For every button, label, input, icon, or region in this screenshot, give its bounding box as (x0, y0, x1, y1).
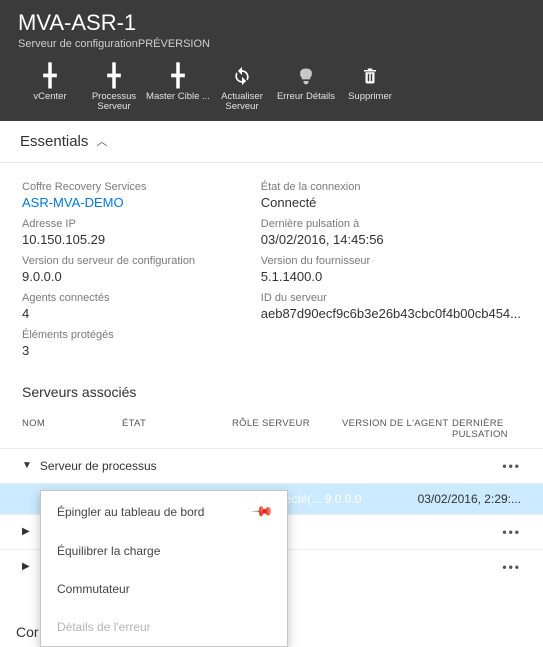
process-label: Processus Serveur (82, 92, 146, 113)
delete-button[interactable]: Supprimer (338, 64, 402, 113)
group-more-icon[interactable]: ••• (502, 525, 521, 539)
plus-icon: ╋ (43, 64, 56, 88)
error-label: Erreur Détails (277, 92, 335, 102)
row-last-heartbeat: 03/02/2016, 2:29:... (391, 492, 521, 506)
group-label: Serveur de processus (40, 459, 157, 473)
vcenter-label: vCenter (33, 92, 66, 102)
ctx-error-details: Détails de l'erreur (41, 608, 287, 646)
page-subtitle: Serveur de configurationPRÉVERSION (18, 38, 525, 50)
pin-icon: 📌 (250, 499, 274, 523)
refresh-icon (232, 64, 252, 88)
master-target-button[interactable]: ╋ Master Cible ... (146, 64, 210, 113)
refresh-button[interactable]: Actualiser Serveur (210, 64, 274, 113)
heartbeat-value: 03/02/2016, 14:45:56 (261, 232, 521, 247)
ip-value: 10.150.105.29 (22, 232, 261, 247)
essentials-panel: Coffre Recovery Services ASR-MVA-DEMO Ad… (0, 163, 543, 366)
vcenter-button[interactable]: ╋ vCenter (18, 64, 82, 113)
chevron-up-icon: ︿ (96, 133, 107, 149)
chevron-right-icon: ▶ (22, 561, 30, 572)
conn-state-value: Connecté (261, 195, 521, 210)
ip-label: Adresse IP (22, 218, 261, 230)
vault-label: Coffre Recovery Services (22, 181, 261, 193)
col-last: DERNIÈRE PULSATION (452, 418, 521, 440)
page-title: MVA-ASR-1 (18, 10, 525, 36)
server-id-label: ID du serveur (261, 292, 521, 304)
master-label: Master Cible ... (146, 92, 210, 102)
chevron-down-icon: ▼ (22, 460, 32, 471)
chevron-right-icon: ▶ (22, 526, 30, 537)
vault-link[interactable]: ASR-MVA-DEMO (22, 195, 261, 210)
plus-icon: ╋ (171, 64, 184, 88)
protected-label: Éléments protégés (22, 329, 261, 341)
toolbar: ╋ vCenter ╋ Processus Serveur ╋ Master C… (18, 64, 525, 113)
essentials-toggle[interactable]: Essentials ︿ (0, 121, 543, 163)
config-version-label: Version du serveur de configuration (22, 255, 261, 267)
ctx-pin[interactable]: Épingler au tableau de bord 📌 (41, 491, 287, 532)
provider-version-label: Version du fournisseur (261, 255, 521, 267)
ctx-switch[interactable]: Commutateur (41, 570, 287, 608)
essentials-left: Coffre Recovery Services ASR-MVA-DEMO Ad… (22, 173, 261, 358)
config-version-value: 9.0.0.0 (22, 269, 261, 284)
plus-icon: ╋ (107, 64, 120, 88)
essentials-right: État de la connexion Connecté Dernière p… (261, 173, 521, 358)
error-details-button[interactable]: Erreur Détails (274, 64, 338, 113)
blade-header: MVA-ASR-1 Serveur de configurationPRÉVER… (0, 0, 543, 121)
col-version: VERSION DE L'AGENT (342, 418, 452, 440)
protected-value: 3 (22, 343, 261, 358)
refresh-label: Actualiser Serveur (210, 92, 274, 113)
table-header: NOM ÉTAT RÔLE SERVEUR VERSION DE L'AGENT… (0, 410, 543, 448)
col-nom: NOM (22, 418, 122, 440)
group-more-icon[interactable]: ••• (502, 459, 521, 473)
agents-label: Agents connectés (22, 292, 261, 304)
essentials-label: Essentials (20, 133, 88, 150)
heartbeat-label: Dernière pulsation à (261, 218, 521, 230)
context-menu: Épingler au tableau de bord 📌 Équilibrer… (40, 490, 288, 647)
provider-version-value: 5.1.1400.0 (261, 269, 521, 284)
col-role: RÔLE SERVEUR (232, 418, 342, 440)
trash-icon (361, 64, 379, 88)
process-server-button[interactable]: ╋ Processus Serveur (82, 64, 146, 113)
ctx-balance[interactable]: Équilibrer la charge (41, 532, 287, 570)
server-id-value: aeb87d90ecf9c6b3e26b43cbc0f4b00cb454... (261, 306, 521, 321)
group-process-server[interactable]: ▼ Serveur de processus ••• (0, 448, 543, 483)
col-etat: ÉTAT (122, 418, 232, 440)
conn-state-label: État de la connexion (261, 181, 521, 193)
footer-cut-label: Cor (16, 624, 39, 640)
agents-value: 4 (22, 306, 261, 321)
group-more-icon[interactable]: ••• (502, 560, 521, 574)
warning-icon (296, 64, 316, 88)
delete-label: Supprimer (348, 92, 392, 102)
associated-servers-title: Serveurs associés (0, 366, 543, 410)
